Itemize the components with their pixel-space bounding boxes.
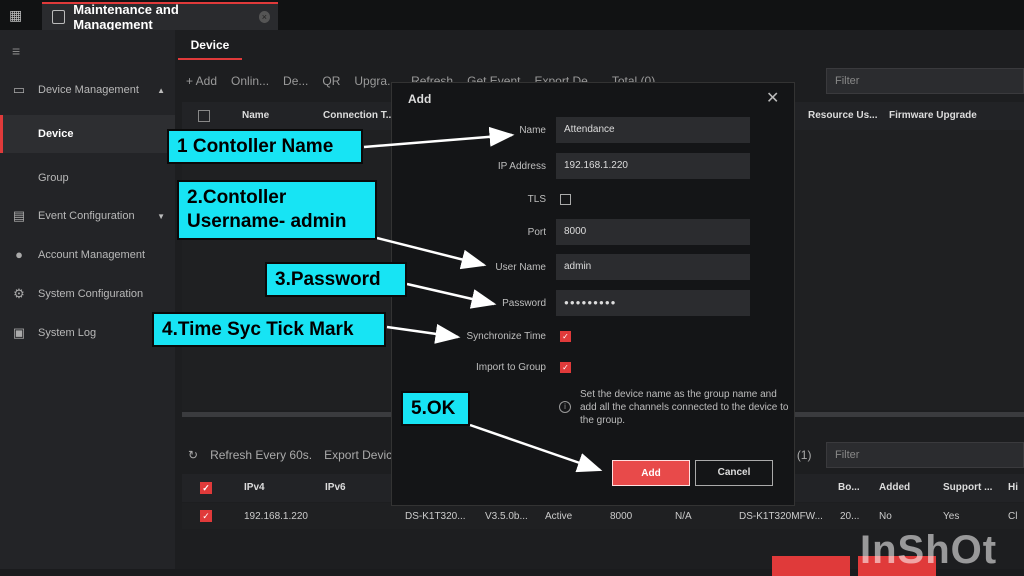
callout-username: 2.Contoller Username- admin: [177, 180, 377, 240]
arrow-password: [406, 282, 497, 309]
callout-time-sync: 4.Time Syc Tick Mark: [152, 312, 386, 347]
callout-controller-name: 1 Contoller Name: [167, 129, 363, 164]
callout-ok: 5.OK: [401, 391, 470, 426]
arrow-ok: [469, 423, 603, 473]
callout-line: 2.Contoller: [187, 187, 287, 208]
annotation-arrows: [363, 126, 603, 473]
arrow-sync-time: [386, 323, 461, 344]
arrow-username: [376, 236, 487, 270]
callout-password: 3.Password: [265, 262, 407, 297]
callout-line: Username- admin: [187, 211, 347, 232]
arrow-name: [363, 126, 515, 149]
